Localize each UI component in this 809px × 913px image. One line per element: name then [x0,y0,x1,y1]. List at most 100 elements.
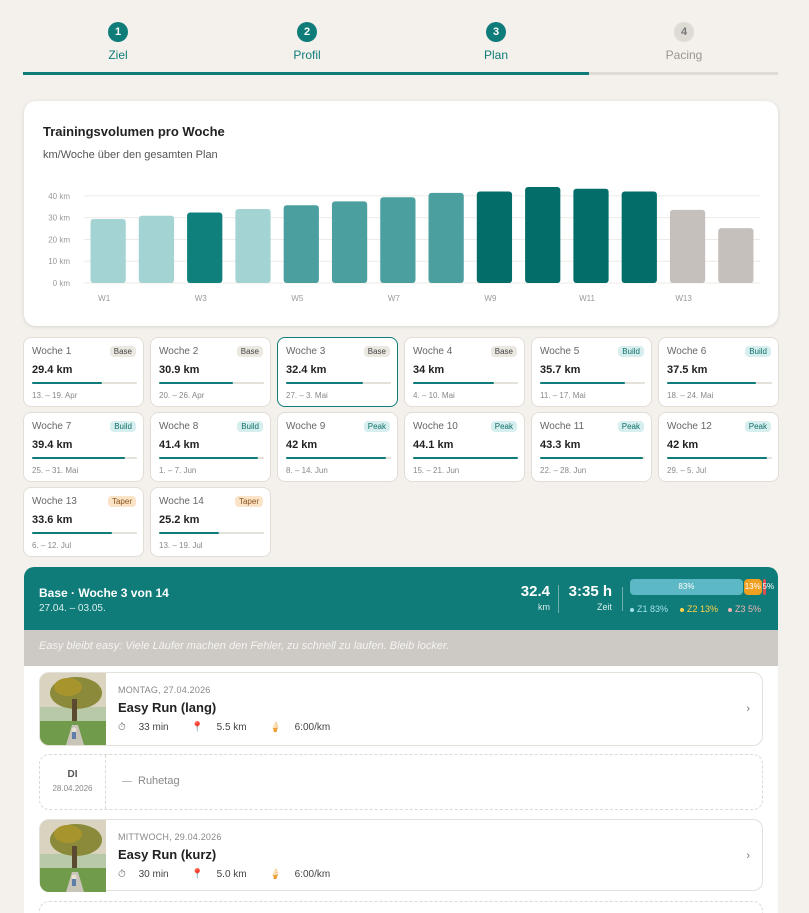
week-card[interactable]: Woche 11 Peak 43.3 km 22. – 28. Jun [531,412,652,482]
week-card[interactable]: Woche 4 Base 34 km 4. – 10. Mai [404,337,525,407]
x-tick-label: W7 [388,294,401,303]
zone-legend-item: Z1 83% [630,604,668,614]
phase-badge: Build [237,421,263,432]
workout-duration: 30 min [138,869,169,880]
week-km: 29.4 km [32,364,73,376]
week-card[interactable]: Woche 9 Peak 42 km 8. – 14. Jun [277,412,398,482]
step-number: 1 [108,22,128,42]
week-km: 25.2 km [159,514,200,526]
week-volume-bar [32,532,137,534]
x-tick-label: W3 [195,294,208,303]
week-name: Woche 5 [540,346,580,357]
zone-bar: 83% 13% 5% [630,579,774,595]
workout-title: Easy Run (kurz) [118,847,217,862]
week-card[interactable]: Woche 12 Peak 42 km 29. – 5. Jul [658,412,779,482]
week-card[interactable]: Woche 2 Base 30.9 km 20. – 26. Apr [150,337,271,407]
phase-badge: Peak [363,421,390,432]
bar-w1[interactable] [90,218,126,283]
phase-badge: Peak [490,421,517,432]
bar-w7[interactable] [380,197,416,283]
day-card-monday[interactable]: MONTAG, 27.04.2026 Easy Run (lang) ⏱ 33 … [39,672,763,746]
bar-w6[interactable] [331,201,368,283]
rest-weekday: DI [67,769,78,780]
phase-badge: Build [745,346,771,357]
week-volume-fill [159,382,233,384]
x-tick-label: W5 [291,294,304,303]
phase-badge: Taper [234,496,263,507]
week-card[interactable]: Woche 3 Base 32.4 km 27. – 3. Mai [277,337,398,407]
day-card-next[interactable] [39,901,763,913]
week-card[interactable]: Woche 14 Taper 25.2 km 13. – 19. Jul [150,487,271,557]
phase-badge: Build [618,346,644,357]
week-km: 32.4 km [286,364,327,376]
week-dates: 22. – 28. Jun [540,466,587,475]
volume-chart-card: Trainingsvolumen pro Woche km/Woche über… [24,101,778,326]
phase-badge: Taper [107,496,136,507]
step-label: Pacing [665,48,703,62]
week-card[interactable]: Woche 5 Build 35.7 km 11. – 17. Mai [531,337,652,407]
week-card[interactable]: Woche 10 Peak 44.1 km 15. – 21. Jun [404,412,525,482]
bar-w3[interactable] [187,212,223,283]
bar-w11[interactable] [573,188,609,283]
week-volume-fill [32,457,126,459]
bar-w13[interactable] [669,209,706,283]
chart-title: Trainingsvolumen pro Woche [43,124,225,139]
bar-w9[interactable] [476,191,513,283]
step-ziel[interactable]: 1 Ziel [73,22,163,62]
week-dates: 29. – 5. Jul [667,466,707,475]
week-volume-fill [413,457,518,459]
bar-w2[interactable] [138,215,175,283]
week-volume-fill [540,457,643,459]
workout-duration: 33 min [138,722,169,733]
day-card-wednesday[interactable]: MITTWOCH, 29.04.2026 Easy Run (kurz) ⏱ 3… [39,819,763,892]
week-name: Woche 7 [32,421,72,432]
day-card-tuesday-rest[interactable]: DI 28.04.2026 Ruhetag [39,754,763,810]
step-pacing[interactable]: 4 Pacing [639,22,729,62]
bar-w5[interactable] [283,205,319,283]
week-volume-fill [413,382,494,384]
zone-legend-label: Z3 5% [735,604,762,614]
week-volume-fill [286,382,363,384]
bar-w4[interactable] [235,208,271,283]
zone-dot-icon [728,607,732,612]
week-name: Woche 3 [286,346,326,357]
bar-w10[interactable] [525,186,561,283]
week-dates: 13. – 19. Apr [32,391,78,400]
zone-legend-item: Z2 13% [680,604,718,614]
zone-dot-icon [630,607,634,612]
week-km: 37.5 km [667,364,708,376]
week-volume-fill [159,457,258,459]
stepper: 1 Ziel 2 Profil 3 Plan 4 Pacing [23,22,778,77]
week-card[interactable]: Woche 8 Build 41.4 km 1. – 7. Jun [150,412,271,482]
bar-w14[interactable] [718,228,754,283]
week-card[interactable]: Woche 7 Build 39.4 km 25. – 31. Mai [23,412,144,482]
week-km: 43.3 km [540,439,581,451]
step-plan[interactable]: 3 Plan [451,22,541,62]
x-tick-label: W1 [98,294,111,303]
week-name: Woche 8 [159,421,199,432]
week-card[interactable]: Woche 6 Build 37.5 km 18. – 24. Mai [658,337,779,407]
week-dates: 11. – 17. Mai [540,391,586,400]
y-tick-label: 0 km [53,279,71,288]
step-profil[interactable]: 2 Profil [262,22,352,62]
week-km: 41.4 km [159,439,200,451]
zone-segment: 83% [630,579,743,595]
week-card[interactable]: Woche 1 Base 29.4 km 13. – 19. Apr [23,337,144,407]
y-tick-label: 40 km [48,192,70,201]
week-dates: 25. – 31. Mai [32,466,79,475]
week-name: Woche 1 [32,346,72,357]
week-dates: 27. – 3. Mai [286,391,328,400]
rest-label: Ruhetag [122,775,180,787]
week-km: 42 km [286,439,318,451]
phase-badge: Build [110,421,136,432]
stepper-progress [23,72,590,75]
run-photo-icon [40,673,106,745]
week-km: 39.4 km [32,439,73,451]
day-date: MONTAG, 27.04.2026 [118,685,211,695]
bar-w12[interactable] [621,191,657,283]
bar-w8[interactable] [428,192,464,283]
week-card[interactable]: Woche 13 Taper 33.6 km 6. – 12. Jul [23,487,144,557]
week-volume-fill [540,382,626,384]
week-name: Woche 11 [540,421,585,432]
week-volume-bar [413,457,518,459]
